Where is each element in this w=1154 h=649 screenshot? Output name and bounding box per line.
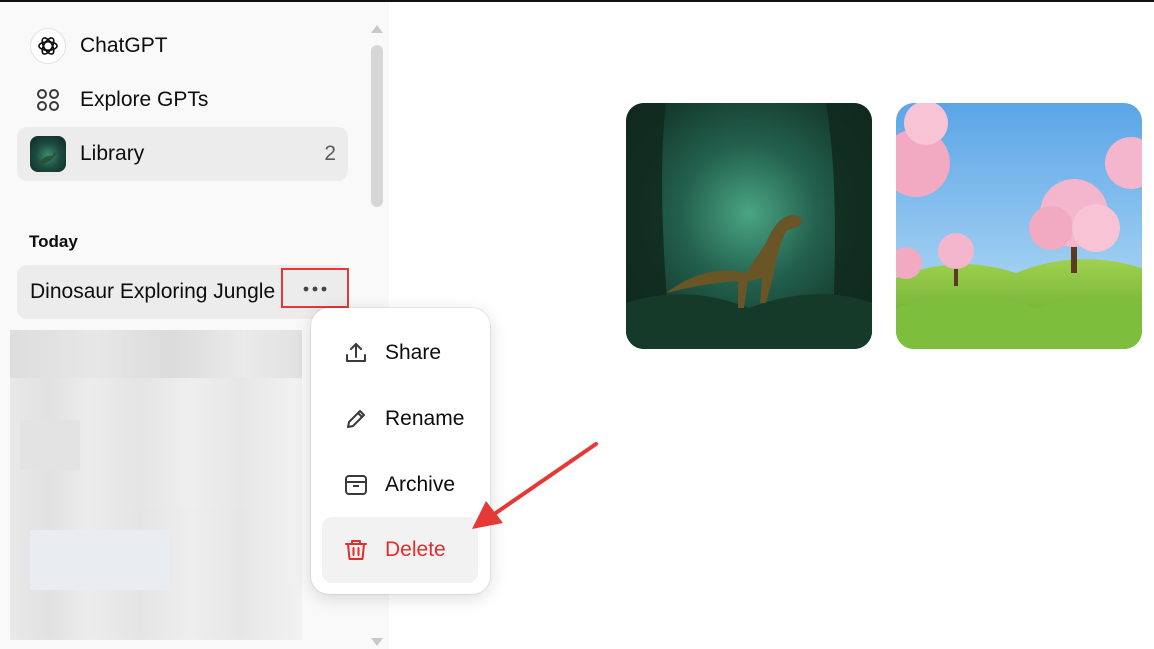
menu-item-label: Delete — [385, 538, 446, 561]
sidebar-item-library[interactable]: Library 2 — [17, 127, 348, 181]
openai-logo-icon — [30, 28, 66, 64]
sidebar-item-explore-gpts[interactable]: Explore GPTs — [17, 73, 348, 127]
scrollbar-thumb[interactable] — [371, 45, 383, 207]
library-thumbnail — [30, 136, 66, 172]
menu-item-label: Rename — [385, 407, 465, 430]
pencil-icon — [341, 404, 371, 434]
library-count-badge: 2 — [324, 142, 336, 165]
ellipsis-icon — [303, 279, 327, 297]
window-top-border — [0, 0, 1154, 2]
menu-item-archive[interactable]: Archive — [322, 452, 478, 518]
menu-item-share[interactable]: Share — [322, 320, 478, 386]
chat-options-button[interactable] — [281, 268, 349, 308]
scroll-down-arrow[interactable] — [371, 638, 383, 646]
chat-title: Dinosaur Exploring Jungle — [30, 280, 276, 303]
trash-icon — [341, 535, 371, 565]
menu-item-delete[interactable]: Delete — [322, 517, 478, 583]
sidebar-item-label: ChatGPT — [80, 34, 168, 57]
sidebar-item-label: Explore GPTs — [80, 88, 209, 111]
sidebar-item-chatgpt[interactable]: ChatGPT — [17, 19, 348, 73]
section-label-today: Today — [29, 232, 78, 251]
scroll-up-arrow[interactable] — [371, 25, 383, 33]
sidebar-item-label: Library — [80, 142, 145, 165]
grid-icon — [30, 82, 66, 118]
share-upload-icon — [341, 338, 371, 368]
blurred-chat-history — [10, 330, 302, 640]
dinosaur-jungle-image[interactable] — [626, 103, 872, 349]
annotation-arrow — [472, 442, 598, 529]
cherry-blossom-hills-image[interactable] — [896, 103, 1142, 349]
menu-item-label: Share — [385, 341, 442, 364]
menu-item-rename[interactable]: Rename — [322, 386, 478, 452]
menu-item-label: Archive — [385, 473, 456, 496]
archive-box-icon — [341, 470, 371, 500]
